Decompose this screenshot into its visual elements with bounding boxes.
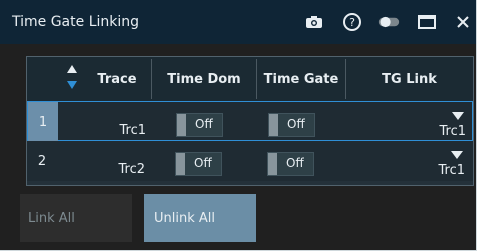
tg-link-dropdown[interactable]: Trc1 [346, 141, 473, 181]
chevron-down-icon [451, 151, 463, 159]
table-row[interactable]: 1 Trc1 Off Off Trc1 [27, 101, 474, 142]
time-gate-toggle[interactable]: Off [267, 152, 314, 176]
time-gate-value: Off [287, 117, 305, 131]
unlink-all-button[interactable]: Unlink All [144, 194, 256, 242]
title-bar: Time Gate Linking ? [0, 0, 476, 44]
link-all-button[interactable]: Link All [20, 194, 132, 242]
sort-arrows-icon[interactable] [63, 63, 81, 93]
trace-cell: Trc2 [57, 141, 151, 181]
row-index: 1 [28, 102, 58, 142]
time-dom-toggle[interactable]: Off [176, 113, 223, 137]
time-gate-toggle[interactable]: Off [268, 113, 315, 137]
column-header-time-gate[interactable]: Time Gate [257, 57, 345, 101]
toggle-knob [176, 153, 185, 175]
maximize-icon[interactable] [416, 12, 438, 32]
dialog-title: Time Gate Linking [12, 14, 140, 30]
column-header-tg-link[interactable]: TG Link [346, 57, 473, 101]
tg-link-value: Trc1 [439, 124, 466, 139]
column-header-trace[interactable]: Trace [83, 57, 151, 101]
row-index: 2 [37, 153, 47, 169]
time-dom-value: Off [194, 156, 212, 170]
trace-name: Trc2 [118, 162, 145, 177]
toggle-knob [268, 153, 277, 175]
help-icon[interactable]: ? [341, 12, 363, 32]
column-header-time-dom[interactable]: Time Dom [152, 57, 256, 101]
close-icon[interactable] [452, 12, 474, 32]
toggle-knob [177, 114, 186, 136]
camera-icon[interactable] [303, 12, 325, 32]
chevron-down-icon [452, 112, 464, 120]
trace-table: Trace Time Dom Time Gate TG Link 1 Trc1 … [26, 56, 474, 186]
time-gate-linking-dialog: Time Gate Linking ? Trace Time Dom Time … [0, 0, 477, 251]
tg-link-dropdown[interactable]: Trc1 [347, 102, 474, 142]
trace-name: Trc1 [119, 123, 146, 138]
time-dom-value: Off [195, 117, 213, 131]
svg-text:?: ? [349, 16, 355, 29]
toggle-knob [269, 114, 278, 136]
time-dom-toggle[interactable]: Off [175, 152, 222, 176]
table-header: Trace Time Dom Time Gate TG Link [27, 57, 473, 101]
toggle-icon[interactable] [378, 12, 400, 32]
tg-link-value: Trc1 [438, 163, 465, 178]
trace-cell: Trc1 [58, 102, 152, 142]
time-gate-value: Off [286, 156, 304, 170]
table-row[interactable]: 2 Trc2 Off Off Trc1 [27, 141, 473, 181]
